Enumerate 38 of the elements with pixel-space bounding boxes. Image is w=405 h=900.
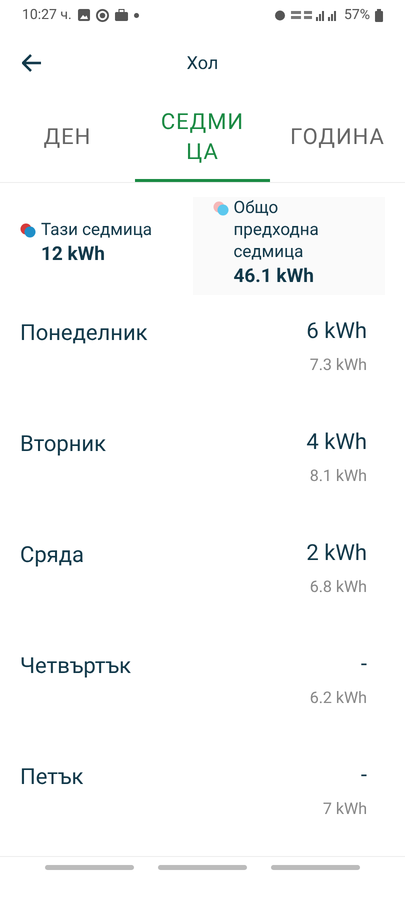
legend-value: 12 kWh	[41, 241, 106, 267]
day-value: -	[360, 651, 367, 679]
battery-percent: 57%	[344, 6, 370, 24]
tab[interactable]: ДЕН	[0, 96, 135, 182]
signal-icons	[291, 9, 339, 21]
previous-value: 8.1 kWh	[310, 465, 367, 487]
page-title: Хол	[186, 52, 218, 76]
back-arrow-icon	[22, 54, 42, 72]
day-value: 2 kWh	[306, 540, 367, 568]
legend-dots-icon	[20, 223, 36, 238]
nav-bar-handle[interactable]	[45, 865, 134, 870]
legend-dots-icon	[212, 201, 228, 216]
previous-value: 7.3 kWh	[310, 354, 367, 376]
dot-icon	[134, 12, 139, 18]
day-name: Сряда	[20, 542, 84, 569]
legend-label: Тази седмица	[41, 219, 154, 241]
battery-icon	[375, 8, 383, 22]
status-time: 10:27 ч.	[22, 6, 72, 24]
nav-bar-handle[interactable]	[271, 865, 360, 870]
legend-value: 46.1 kWh	[234, 263, 315, 289]
legend-label: Общо предходна седмица	[234, 197, 320, 263]
day-value: 4 kWh	[306, 429, 367, 457]
briefcase-icon	[114, 9, 128, 21]
nav-bar-handle[interactable]	[158, 865, 247, 870]
previous-value: 6.2 kWh	[310, 687, 367, 709]
day-value: 6 kWh	[306, 318, 367, 346]
day-name: Понеделник	[20, 320, 148, 347]
tab[interactable]: СЕДМИЦА	[135, 96, 270, 182]
previous-value: 7 kWh	[322, 798, 367, 820]
previous-value: 6.8 kWh	[310, 576, 367, 598]
day-name: Четвъртък	[20, 653, 132, 680]
day-name: Вторник	[20, 431, 106, 458]
alarm-icon	[274, 9, 286, 21]
target-icon	[96, 8, 109, 22]
tab[interactable]: ГОДИНА	[270, 96, 405, 182]
gallery-icon	[78, 9, 90, 21]
day-value: -	[360, 762, 367, 790]
day-name: Петък	[20, 764, 84, 791]
